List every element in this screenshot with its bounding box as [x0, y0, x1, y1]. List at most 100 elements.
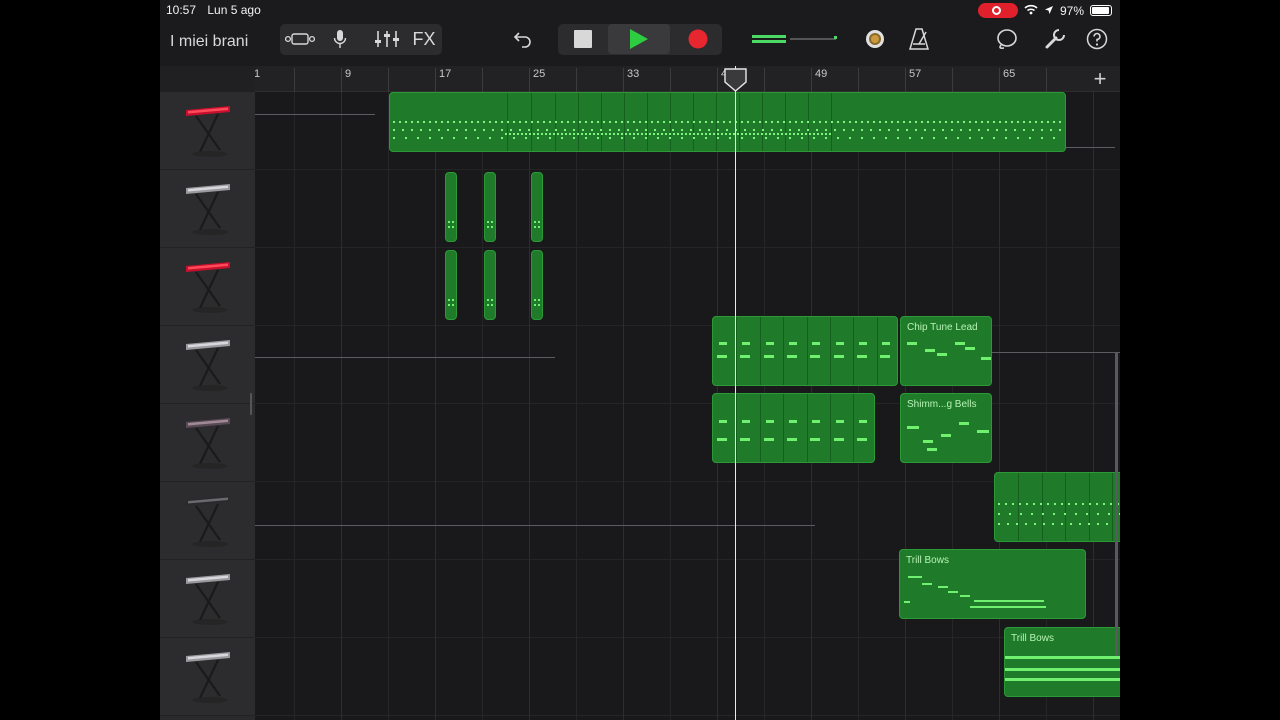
loop-icon: [997, 29, 1017, 49]
battery-icon: [1090, 5, 1112, 16]
midi-region[interactable]: [445, 250, 457, 320]
midi-note: [941, 434, 951, 437]
stop-button[interactable]: [564, 24, 602, 54]
play-button[interactable]: [608, 24, 670, 54]
midi-note: [528, 129, 530, 131]
my-songs-button[interactable]: I miei brani: [170, 27, 248, 57]
track-header[interactable]: [160, 560, 255, 638]
automation-line: [255, 525, 815, 526]
grid-line: [341, 92, 342, 720]
midi-note: [452, 226, 454, 228]
midi-region[interactable]: [531, 172, 543, 242]
help-button[interactable]: [1082, 24, 1112, 54]
midi-note: [749, 133, 751, 135]
track-header[interactable]: [160, 482, 255, 560]
midi-note: [711, 121, 713, 123]
midi-note: [489, 121, 491, 123]
mixer-button[interactable]: [370, 24, 404, 54]
midi-region[interactable]: [484, 172, 496, 242]
master-volume-slider[interactable]: [750, 24, 846, 54]
add-section-button[interactable]: +: [1088, 66, 1112, 92]
record-button[interactable]: [680, 24, 716, 54]
track-header[interactable]: [160, 170, 255, 248]
midi-note: [915, 129, 917, 131]
loop-browser-button[interactable]: [992, 24, 1022, 54]
header-resize-handle[interactable]: [250, 393, 252, 415]
midi-note: [453, 121, 455, 123]
midi-region[interactable]: [389, 92, 1066, 152]
midi-note: [812, 420, 821, 423]
track-header[interactable]: [160, 404, 255, 482]
midi-note: [1050, 129, 1052, 131]
midi-note: [681, 133, 683, 135]
midi-note: [618, 129, 620, 131]
midi-note: [786, 438, 797, 441]
status-date: Lun 5 ago: [207, 3, 261, 17]
midi-note: [557, 133, 559, 135]
region-loop-divider: [760, 394, 761, 462]
midi-note: [609, 121, 611, 123]
settings-button[interactable]: [1040, 24, 1070, 54]
midi-region[interactable]: [445, 172, 457, 242]
midi-note: [477, 137, 479, 139]
midi-note: [617, 133, 619, 135]
midi-note: [880, 355, 891, 358]
midi-note: [625, 133, 627, 135]
region-loop-divider: [624, 93, 625, 151]
midi-note: [1023, 129, 1025, 131]
midi-region[interactable]: Chip Tune Lead: [900, 316, 992, 386]
midi-note: [495, 121, 497, 123]
midi-region[interactable]: [484, 250, 496, 320]
midi-region[interactable]: [531, 250, 543, 320]
midi-region[interactable]: Trill Bows: [1004, 627, 1120, 697]
midi-note: [483, 129, 485, 131]
metronome-button[interactable]: [904, 24, 934, 54]
midi-region[interactable]: [712, 316, 898, 386]
track-lane[interactable]: [255, 170, 1120, 248]
midi-note: [677, 133, 679, 135]
midi-note: [510, 129, 512, 131]
track-lane[interactable]: [255, 638, 1120, 716]
midi-note: [564, 129, 566, 131]
midi-note: [663, 121, 665, 123]
microphone-button[interactable]: [326, 24, 354, 54]
track-lane[interactable]: [255, 248, 1120, 326]
midi-note: [699, 129, 701, 131]
midi-note: [447, 129, 449, 131]
midi-note: [613, 133, 615, 135]
region-loop-divider: [601, 93, 602, 151]
midi-note: [897, 129, 899, 131]
midi-note: [780, 129, 782, 131]
tracks-view-button[interactable]: [284, 24, 316, 54]
midi-note: [589, 133, 591, 135]
track-header[interactable]: [160, 638, 255, 716]
midi-region[interactable]: Shimm...g Bells: [900, 393, 992, 463]
midi-note: [567, 121, 569, 123]
track-header[interactable]: [160, 248, 255, 326]
midi-note: [1016, 523, 1018, 525]
black-synth-keyboard-icon: [186, 496, 230, 547]
midi-note: [645, 121, 647, 123]
midi-note: [1047, 121, 1049, 123]
midi-region[interactable]: [994, 472, 1120, 542]
undo-button[interactable]: [508, 24, 538, 54]
volume-knob[interactable]: [862, 24, 888, 54]
fx-button[interactable]: FX: [408, 24, 440, 54]
timeline-ruler[interactable]: 1 9 17 25 33 41 49 57 65 +: [254, 66, 1120, 92]
volume-knob-icon: [866, 30, 884, 48]
midi-note: [1096, 503, 1098, 505]
midi-note: [789, 133, 791, 135]
midi-note: [591, 121, 593, 123]
midi-region[interactable]: Trill Bows: [899, 549, 1086, 619]
midi-note: [507, 121, 509, 123]
tracks-area[interactable]: Chip Tune Lead Shimm...g Bells Trill Bows T…: [255, 92, 1120, 720]
record-icon: [688, 29, 708, 49]
track-header[interactable]: [160, 92, 255, 170]
midi-note: [757, 133, 759, 135]
region-loop-divider: [739, 93, 740, 151]
midi-region[interactable]: [712, 393, 875, 463]
midi-note: [525, 133, 527, 135]
vertical-scrollbar[interactable]: [1115, 352, 1118, 656]
track-header[interactable]: [160, 326, 255, 404]
playhead-handle[interactable]: [724, 68, 747, 92]
